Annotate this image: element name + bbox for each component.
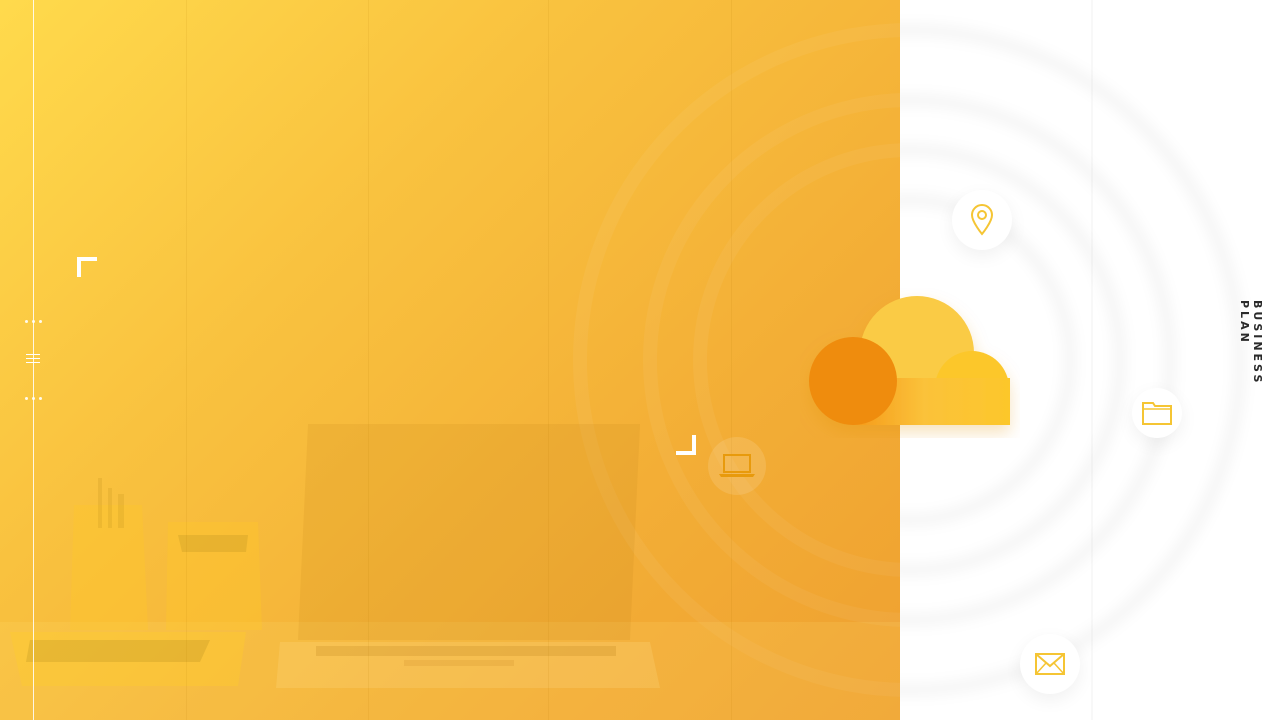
corner-bracket-top-left: [77, 257, 97, 277]
map-pin-icon: [970, 204, 994, 236]
folder-icon: [1142, 402, 1172, 425]
mail-bubble[interactable]: [1020, 634, 1080, 694]
hero-panel: [0, 0, 900, 720]
envelope-icon: [1035, 653, 1065, 675]
grid-line: [368, 0, 369, 720]
folder-bubble[interactable]: [1132, 388, 1182, 438]
grid-line: [731, 0, 732, 720]
grid-line: [186, 0, 187, 720]
laptop-bubble[interactable]: [708, 437, 766, 495]
desk-photo-overlay: [0, 23, 900, 720]
cloud-icon: [809, 296, 1010, 425]
business-plan-label: BUSINESS PLAN: [1238, 300, 1264, 386]
location-bubble[interactable]: [952, 190, 1012, 250]
laptop-icon: [719, 454, 755, 477]
dots-top-icon: [25, 320, 42, 324]
corner-bracket-bottom-right: [676, 435, 696, 455]
grid-line: [548, 0, 549, 720]
dots-bottom-icon: [25, 397, 42, 401]
hamburger-menu-icon[interactable]: [24, 351, 42, 369]
